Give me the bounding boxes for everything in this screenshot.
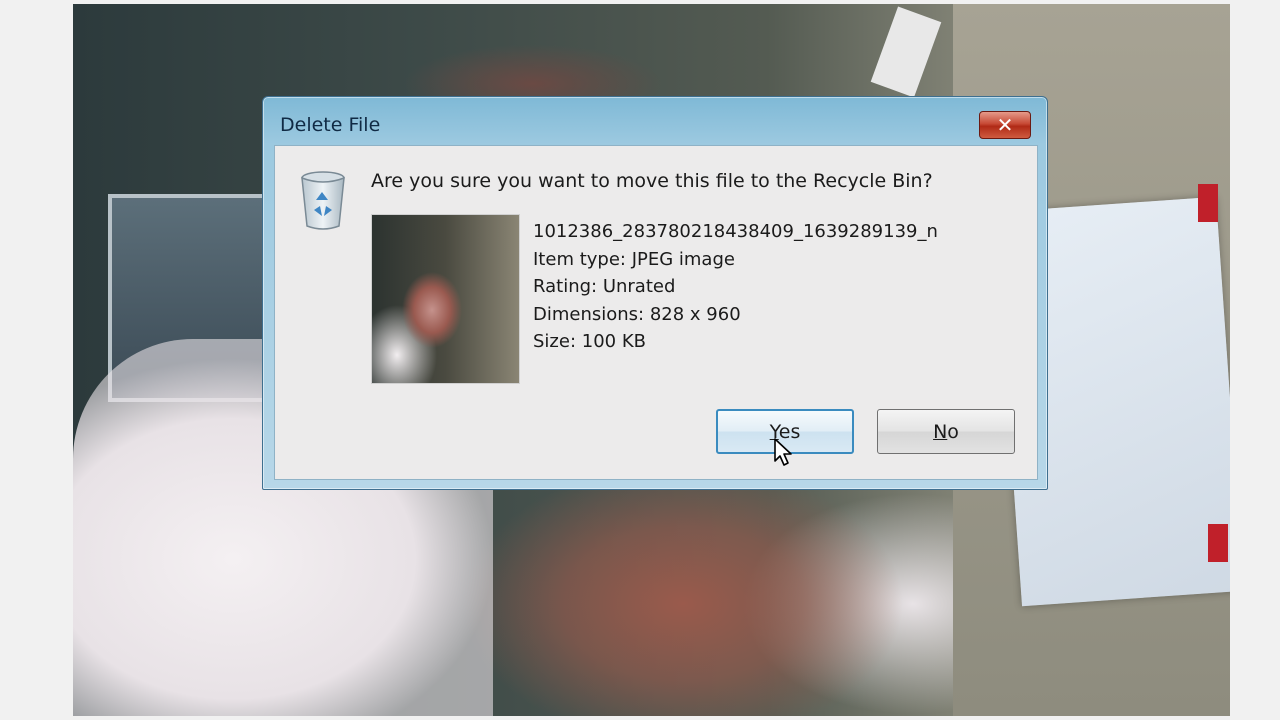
dialog-title: Delete File: [280, 114, 381, 136]
poster-tape: [1208, 524, 1228, 562]
file-thumbnail: [371, 214, 520, 384]
dialog-titlebar[interactable]: Delete File ✕: [263, 97, 1047, 145]
no-button[interactable]: No: [877, 409, 1015, 454]
poster-tape: [1198, 184, 1218, 222]
file-rating: Rating: Unrated: [533, 276, 676, 297]
file-dimensions: Dimensions: 828 x 960: [533, 303, 741, 325]
photo-paper: [870, 6, 942, 98]
no-mnemonic: N: [933, 420, 948, 443]
confirm-question: Are you sure you want to move this file …: [371, 170, 933, 192]
file-size: Size: 100 KB: [533, 331, 646, 352]
dialog-content: Are you sure you want to move this file …: [274, 145, 1038, 480]
recycle-bin-icon: [301, 171, 345, 230]
file-name: 1012386_283780218438409_1639289139_n: [533, 221, 938, 242]
delete-file-dialog: Delete File ✕ Are you sure you want to m…: [262, 96, 1048, 490]
close-icon: ✕: [996, 113, 1014, 137]
file-details: 1012386_283780218438409_1639289139_n Ite…: [533, 218, 938, 356]
no-label-rest: o: [947, 420, 959, 443]
mouse-pointer-icon: [774, 438, 792, 466]
close-button[interactable]: ✕: [979, 111, 1031, 139]
file-type: Item type: JPEG image: [533, 248, 735, 270]
